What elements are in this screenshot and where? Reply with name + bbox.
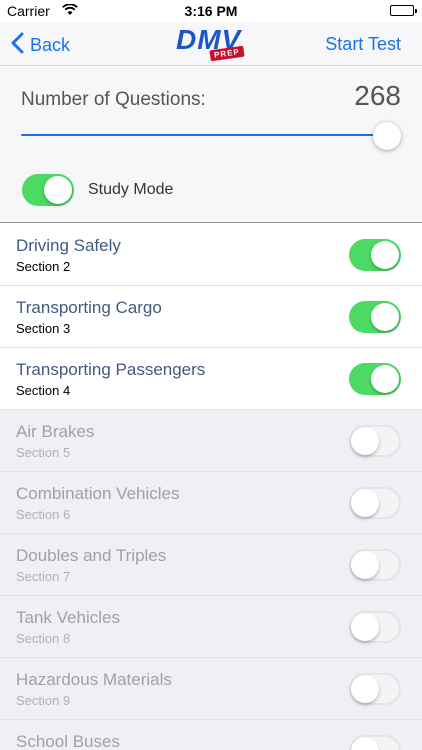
section-toggle[interactable] xyxy=(349,611,401,643)
questions-label: Number of Questions: xyxy=(21,89,206,110)
section-title: Transporting Cargo xyxy=(16,298,162,317)
section-toggle[interactable] xyxy=(349,363,401,395)
section-subtitle: Section 2 xyxy=(16,259,71,274)
section-toggle[interactable] xyxy=(349,673,401,705)
start-test-button[interactable]: Start Test xyxy=(325,34,401,55)
section-row: Driving Safely Section 2 xyxy=(0,224,422,286)
battery-icon xyxy=(390,5,417,16)
section-toggle[interactable] xyxy=(349,425,401,457)
study-mode-row: Study Mode xyxy=(22,174,173,206)
section-toggle[interactable] xyxy=(349,549,401,581)
section-title: Tank Vehicles xyxy=(16,608,120,627)
back-button[interactable]: Back xyxy=(10,32,70,59)
navigation-bar: Back DMV PREP Start Test xyxy=(0,22,422,66)
study-mode-toggle[interactable] xyxy=(22,174,74,206)
section-toggle[interactable] xyxy=(349,239,401,271)
section-subtitle: Section 9 xyxy=(16,693,71,708)
questions-slider[interactable] xyxy=(21,122,401,150)
section-row: School Buses xyxy=(0,720,422,750)
section-subtitle: Section 8 xyxy=(16,631,71,646)
section-subtitle: Section 5 xyxy=(16,445,71,460)
slider-track xyxy=(21,134,387,136)
section-row: Air Brakes Section 5 xyxy=(0,410,422,472)
section-row: Combination Vehicles Section 6 xyxy=(0,472,422,534)
section-subtitle: Section 4 xyxy=(16,383,71,398)
questions-value: 268 xyxy=(354,80,401,111)
section-title: Doubles and Triples xyxy=(16,546,167,565)
chevron-left-icon xyxy=(10,32,24,59)
section-row: Hazardous Materials Section 9 xyxy=(0,658,422,720)
back-label: Back xyxy=(30,35,71,55)
section-title: Driving Safely xyxy=(16,236,121,255)
section-title: Air Brakes xyxy=(16,422,95,441)
dmv-prep-logo: DMV PREP xyxy=(176,24,246,62)
slider-thumb[interactable] xyxy=(373,122,401,150)
section-title: School Buses xyxy=(16,732,120,750)
section-row: Tank Vehicles Section 8 xyxy=(0,596,422,658)
section-subtitle: Section 3 xyxy=(16,321,71,336)
section-title: Hazardous Materials xyxy=(16,670,172,689)
section-row: Doubles and Triples Section 7 xyxy=(0,534,422,596)
status-bar: Carrier 3:16 PM xyxy=(0,0,422,22)
test-settings-panel: Number of Questions: 268 Study Mode xyxy=(0,67,422,223)
section-title: Transporting Passengers xyxy=(16,360,206,379)
section-title: Combination Vehicles xyxy=(16,484,180,503)
section-toggle[interactable] xyxy=(349,735,401,750)
clock-label: 3:16 PM xyxy=(184,3,238,19)
section-toggle[interactable] xyxy=(349,301,401,333)
section-subtitle: Section 7 xyxy=(16,569,71,584)
section-list: Driving Safely Section 2 Transporting Carg… xyxy=(0,224,422,750)
section-row: Transporting Passengers Section 4 xyxy=(0,348,422,410)
study-mode-label: Study Mode xyxy=(88,181,174,198)
section-row: Transporting Cargo Section 3 xyxy=(0,286,422,348)
section-subtitle: Section 6 xyxy=(16,507,71,522)
section-toggle[interactable] xyxy=(349,487,401,519)
